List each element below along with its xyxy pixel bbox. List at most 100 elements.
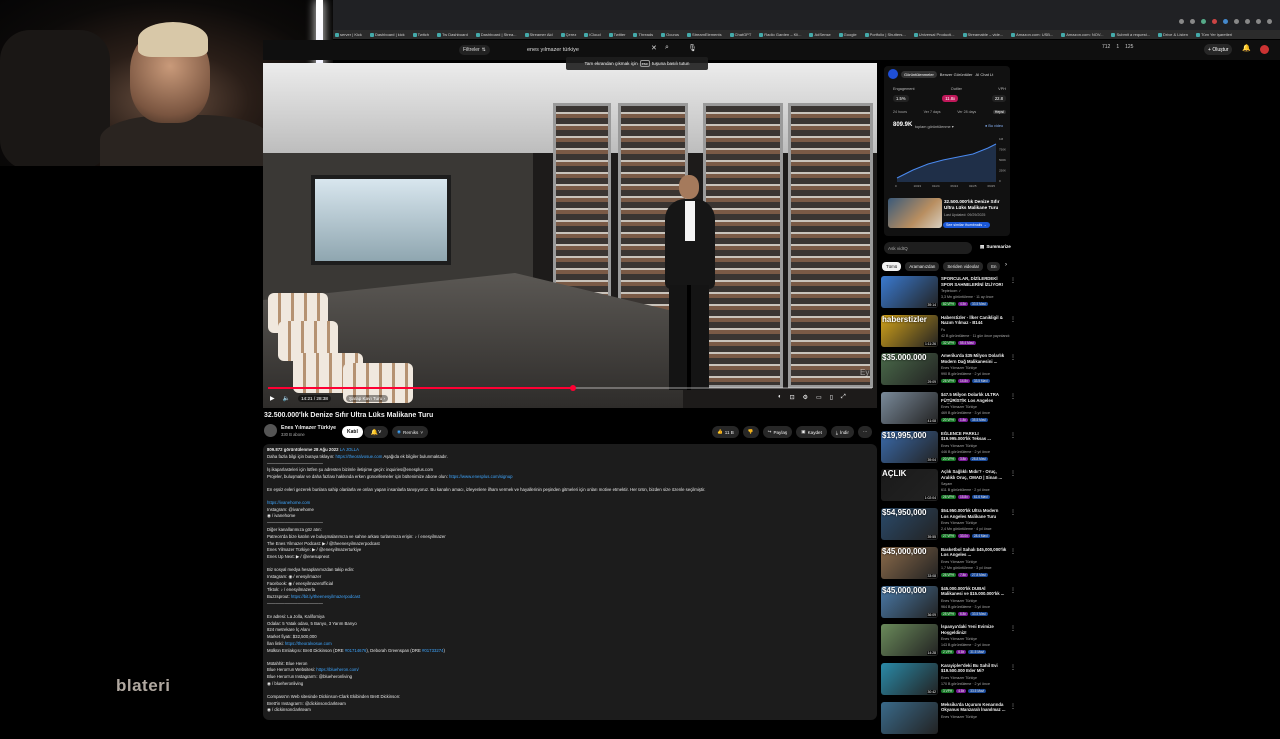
tab-views[interactable]: Görüntülenmeler: [901, 70, 937, 78]
bookmarks-bar[interactable]: server | Kick Dashboard | kick Twitch Tw Da…: [333, 30, 1280, 39]
description-link[interactable]: https://theoralvosue.com: [285, 641, 332, 646]
range-7d[interactable]: Ver 7 days: [924, 110, 941, 114]
join-button[interactable]: Katıl: [342, 426, 363, 438]
chip[interactable]: Tümü: [882, 262, 902, 271]
share-button[interactable]: ↪ Paylaş: [762, 426, 793, 438]
bookmark-item[interactable]: Threads: [633, 32, 653, 37]
recommendation-thumbnail[interactable]: $45,000,000 33:08: [881, 546, 938, 579]
like-button[interactable]: 👍 11 B: [712, 426, 739, 438]
summarize-button[interactable]: ▤ Summarize: [980, 244, 1011, 250]
bookmark-item[interactable]: Çerez: [560, 32, 576, 37]
bookmark-item[interactable]: Streamer Aid: [524, 32, 553, 37]
chip[interactable]: Seriden videolar: [943, 262, 984, 271]
recommendation-item[interactable]: haberstizler 1:11:26 Haberstizler - İlker …: [881, 314, 1016, 353]
bookmark-item[interactable]: StreamElements: [687, 32, 722, 37]
theater-icon[interactable]: ▯: [830, 394, 833, 401]
search-icon[interactable]: ⌕: [665, 44, 676, 55]
bell-icon[interactable]: 🔔: [1242, 44, 1251, 52]
recommendation-channel[interactable]: Enes Yılmazer Türkiye: [941, 405, 977, 409]
recommendation-thumbnail[interactable]: $35.000.000 29:09: [881, 353, 938, 386]
recommendation-thumbnail[interactable]: [881, 701, 938, 734]
current-thumbnail[interactable]: [888, 198, 942, 228]
bookmark-item[interactable]: Amazon.com: USB...: [1011, 32, 1053, 37]
more-options-icon[interactable]: ⋮: [1010, 548, 1016, 555]
recommendation-item[interactable]: $19,995,000 39:04 EĞLENCE PARKLI $19.995.0…: [881, 430, 1016, 469]
range-all[interactable]: Hepsi: [992, 110, 1006, 114]
recommendation-item[interactable]: $54,950,000 39:55 $54.950.000'lık Ultra Mo…: [881, 507, 1016, 546]
more-options-icon[interactable]: ⋮: [1010, 625, 1016, 632]
bookmark-item[interactable]: Twitter: [608, 32, 625, 37]
recommendation-title[interactable]: Haberstizler - İlker Canikligil & Nazım …: [941, 315, 1007, 326]
save-button[interactable]: ▣ Kaydet: [796, 426, 827, 438]
recommendation-channel[interactable]: Enes Yılmazer Türkiye: [941, 715, 977, 719]
progress-handle[interactable]: [570, 385, 577, 391]
bookmark-item[interactable]: ChatGPT: [729, 32, 751, 37]
description-link[interactable]: https://theoralvosue.com: [336, 454, 383, 459]
description-link[interactable]: https://ivanehome.com: [267, 500, 310, 505]
recommendation-channel[interactable]: Fu: [941, 328, 945, 332]
recommendation-thumbnail[interactable]: 14:28: [881, 624, 938, 657]
recommendation-thumbnail[interactable]: 41:08: [881, 392, 938, 425]
more-actions-button[interactable]: ⋯: [857, 426, 873, 438]
more-options-icon[interactable]: ⋮: [1010, 432, 1016, 439]
recommendation-thumbnail[interactable]: haberstizler 1:11:26: [881, 314, 938, 347]
chip[interactable]: Aramanızdan: [905, 262, 940, 271]
clear-search-icon[interactable]: ✕: [651, 44, 657, 52]
recommendation-item[interactable]: 30:42 Karayipler'deki Bu Sahil Evi $19.50…: [881, 662, 1016, 701]
bookmark-item[interactable]: Streamable – vide...: [962, 32, 1003, 37]
bookmark-item[interactable]: Dashboard | Strea...: [475, 32, 517, 37]
channel-name[interactable]: Enes Yılmazer Türkiye: [281, 425, 336, 431]
volume-icon[interactable]: 🔈: [283, 395, 290, 402]
recommendation-title[interactable]: İspanya'daki Yeni Evimize Hoşgeldiniz!: [941, 624, 1007, 635]
tab-ai-chat[interactable]: AI Chat Lt: [975, 72, 993, 77]
captions-icon[interactable]: ⊡: [790, 394, 795, 401]
recommendation-thumbnail[interactable]: $54,950,000 39:55: [881, 508, 938, 541]
recommendation-item[interactable]: $35.000.000 29:09 Amerika'da $35 Milyon Do…: [881, 352, 1016, 391]
settings-icon[interactable]: ⚙: [803, 394, 808, 401]
recommendation-channel[interactable]: Enes Yılmazer Türkiye: [941, 366, 977, 370]
similar-thumbnails-button[interactable]: See similar thumbnails →: [943, 222, 990, 228]
bookmark-item[interactable]: Amazon.com: NOV...: [1061, 32, 1103, 37]
browser-extension-icons[interactable]: [333, 14, 1280, 28]
recommendation-title[interactable]: EĞLENCE PARKLI $19.995.000'lık Teksas ..…: [941, 431, 1007, 442]
views-dropdown[interactable]: toplam görüntülenme ▾: [915, 124, 954, 129]
recommendation-item[interactable]: 41:08 $47.5 Milyon Dolarlık ULTRA FÜTÜRİS…: [881, 391, 1016, 430]
download-button[interactable]: ⤓ İndir: [830, 426, 854, 438]
more-options-icon[interactable]: ⋮: [1010, 354, 1016, 361]
recommendation-channel[interactable]: Enes Yılmazer Türkiye: [941, 521, 977, 525]
chapter-label[interactable]: Şarap Kavı Turu ›: [346, 395, 389, 402]
recommendation-channel[interactable]: Enes Yılmazer Türkiye: [941, 560, 977, 564]
recommendation-title[interactable]: Basketbol Sahalı $45,000,000'lık Los Ang…: [941, 547, 1007, 558]
more-options-icon[interactable]: ⋮: [1010, 587, 1016, 594]
fullscreen-icon[interactable]: ⤢: [841, 394, 846, 401]
filters-button[interactable]: Filtreler ⇅: [459, 45, 490, 55]
bookmark-item[interactable]: server | Kick: [335, 32, 362, 37]
more-options-icon[interactable]: ⋮: [1010, 470, 1016, 477]
recommendation-item[interactable]: $45,000,000 33:08 Basketbol Sahalı $45,000…: [881, 546, 1016, 585]
description-link[interactable]: #01714676: [345, 648, 367, 653]
recommendation-title[interactable]: SPORCULAR, DİZİLERDEKİ SPOR SAHNELERİNİ …: [941, 276, 1007, 287]
location-tag[interactable]: LA JOLLA: [340, 447, 359, 452]
bookmark-item[interactable]: Radio Garden – Kli...: [759, 32, 801, 37]
recommendation-thumbnail[interactable]: 30:42: [881, 662, 938, 695]
play-icon[interactable]: ▶: [270, 395, 275, 402]
dislike-button[interactable]: 👎: [742, 426, 759, 438]
recommendation-channel[interactable]: Teptelcom ✓: [941, 289, 961, 293]
recommendation-channel[interactable]: Enes Yılmazer Türkiye: [941, 444, 977, 448]
description-link[interactable]: https://bit.ly/theenesyilmazerpodcast: [291, 594, 360, 599]
bookmark-item[interactable]: Tüm Yer işaretleri: [1195, 32, 1232, 37]
recommendation-item[interactable]: $45,000,000 36:09 $45.000.000'lık DUBAİ Ma…: [881, 585, 1016, 624]
bookmark-item[interactable]: Dashboard | kick: [369, 32, 405, 37]
recommendation-item[interactable]: AÇLIK 1:02:04 Açlık Sağlıklı Mıdır? - Oruç…: [881, 468, 1016, 507]
video-player[interactable]: [263, 63, 877, 408]
bookmark-item[interactable]: Portfolio | Shutters...: [864, 32, 906, 37]
bookmark-item[interactable]: Universal Producti...: [913, 32, 955, 37]
bookmark-item[interactable]: Twitch: [412, 32, 429, 37]
autoplay-icon[interactable]: ◐: [778, 394, 782, 401]
recommendation-thumbnail[interactable]: $45,000,000 36:09: [881, 585, 938, 618]
chip[interactable]: En: [987, 262, 1001, 271]
recommendation-thumbnail[interactable]: AÇLIK 1:02:04: [881, 469, 938, 502]
recommendation-channel[interactable]: Enes Yılmazer Türkiye: [941, 637, 977, 641]
description-link[interactable]: https://www.enesplus.com/signup: [449, 474, 513, 479]
more-options-icon[interactable]: ⋮: [1010, 277, 1016, 284]
